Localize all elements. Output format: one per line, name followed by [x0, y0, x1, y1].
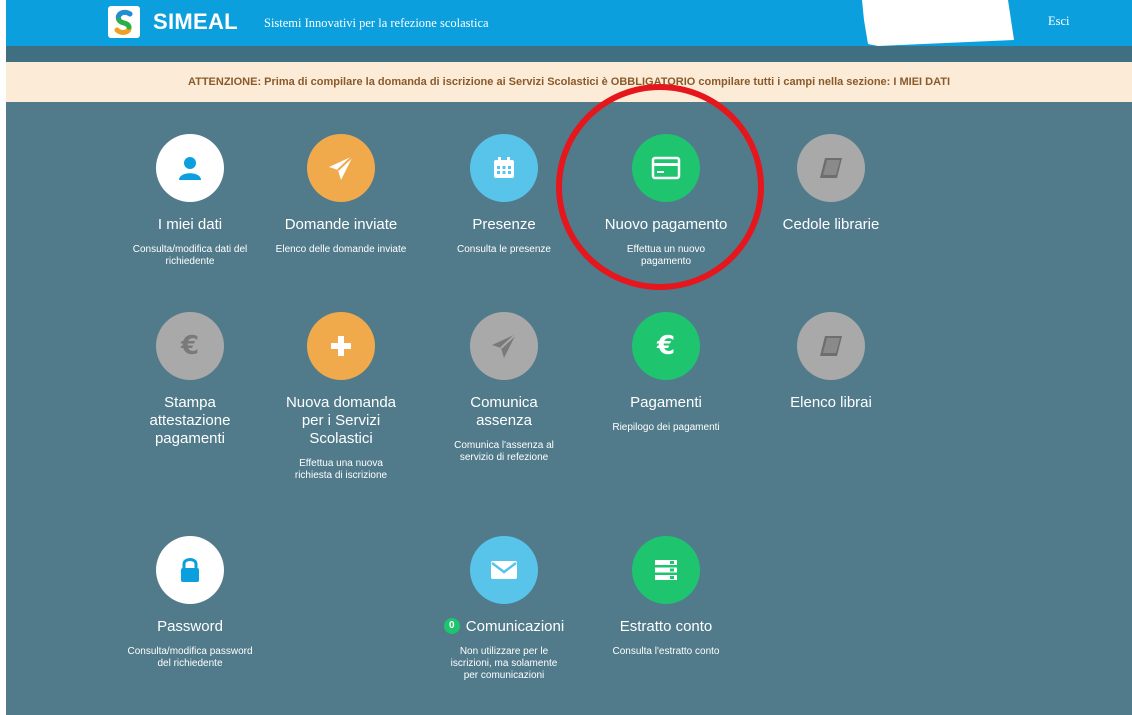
tile-description: Consulta l'estratto conto	[612, 646, 720, 657]
tile-title: Nuova domanda per i Servizi Scolastici	[285, 394, 397, 447]
simeal-logo-icon[interactable]	[108, 6, 140, 38]
tile-title-text: Comunicazioni	[465, 618, 565, 635]
lock-icon	[156, 536, 224, 604]
tile-comunicazioni[interactable]: 0 Comunicazioni Non utilizzare per le isc…	[424, 536, 584, 682]
tile-title: Pagamenti	[630, 394, 702, 411]
paper-plane-icon	[307, 134, 375, 202]
calendar-icon	[470, 134, 538, 202]
tile-title: Presenze	[472, 216, 536, 233]
list-icon	[632, 536, 700, 604]
tile-title: 0 Comunicazioni	[424, 618, 584, 636]
envelope-icon	[470, 536, 538, 604]
plus-icon	[307, 312, 375, 380]
book-icon	[797, 134, 865, 202]
tile-title: Nuovo pagamento	[604, 216, 728, 233]
logout-link[interactable]: Esci	[1048, 14, 1070, 29]
tile-nuovo-pagamento[interactable]: Nuovo pagamento Effettua un nuovo pagame…	[586, 134, 746, 268]
tile-elenco-librai[interactable]: Elenco librai	[751, 312, 911, 412]
tile-description: Non utilizzare per le iscrizioni, ma sol…	[450, 646, 558, 681]
tile-comunica-assenza[interactable]: Comunica assenza Comunica l'assenza al s…	[424, 312, 584, 464]
tile-description: Effettua una nuova richiesta di iscrizio…	[294, 458, 388, 481]
brand-name[interactable]: SIMEAL	[153, 9, 238, 35]
warning-notice: ATTENZIONE: Prima di compilare la domand…	[6, 62, 1132, 102]
tile-description: Comunica l'assenza al servizio di refezi…	[454, 440, 554, 463]
tile-nuova-domanda[interactable]: Nuova domanda per i Servizi Scolastici E…	[261, 312, 421, 482]
tile-title: Cedole librarie	[782, 216, 880, 233]
top-bar: SIMEAL Sistemi Innovativi per la refezio…	[6, 0, 1132, 46]
tile-description: Elenco delle domande inviate	[275, 244, 407, 255]
header-stripe	[6, 46, 1132, 62]
tile-pagamenti[interactable]: € Pagamenti Riepilogo dei pagamenti	[586, 312, 746, 434]
tile-description: Consulta/modifica password del richieden…	[127, 646, 253, 669]
tile-description: Effettua un nuovo pagamento	[626, 244, 706, 267]
euro-icon: €	[156, 312, 224, 380]
tile-description: Riepilogo dei pagamenti	[612, 422, 720, 433]
tile-title: Domande inviate	[284, 216, 398, 233]
tile-miei-dati[interactable]: I miei dati Consulta/modifica dati del r…	[110, 134, 270, 268]
tile-description: Consulta le presenze	[457, 244, 551, 255]
tile-cedole-librarie[interactable]: Cedole librarie	[751, 134, 911, 234]
redaction-block	[862, 0, 1014, 46]
unread-count-badge: 0	[443, 618, 460, 635]
tile-domande-inviate[interactable]: Domande inviate Elenco delle domande inv…	[261, 134, 421, 256]
user-icon	[156, 134, 224, 202]
dashboard-panel: I miei dati Consulta/modifica dati del r…	[6, 102, 1132, 715]
tile-estratto-conto[interactable]: Estratto conto Consulta l'estratto conto	[586, 536, 746, 658]
tile-title: Elenco librai	[790, 394, 872, 411]
tile-title: Estratto conto	[619, 618, 713, 635]
credit-card-icon	[632, 134, 700, 202]
tile-stampa-attestazione[interactable]: € Stampa attestazione pagamenti	[110, 312, 270, 448]
euro-icon: €	[632, 312, 700, 380]
book-icon	[797, 312, 865, 380]
paper-plane-icon	[470, 312, 538, 380]
tile-description: Consulta/modifica dati del richiedente	[132, 244, 248, 267]
tile-presenze[interactable]: Presenze Consulta le presenze	[424, 134, 584, 256]
tile-title: Password	[157, 618, 223, 635]
tile-title: I miei dati	[157, 216, 223, 233]
tile-title: Comunica assenza	[470, 394, 538, 429]
brand-tagline: Sistemi Innovativi per la refezione scol…	[264, 16, 489, 30]
tile-title: Stampa attestazione pagamenti	[149, 394, 231, 447]
tile-password[interactable]: Password Consulta/modifica password del …	[110, 536, 270, 670]
